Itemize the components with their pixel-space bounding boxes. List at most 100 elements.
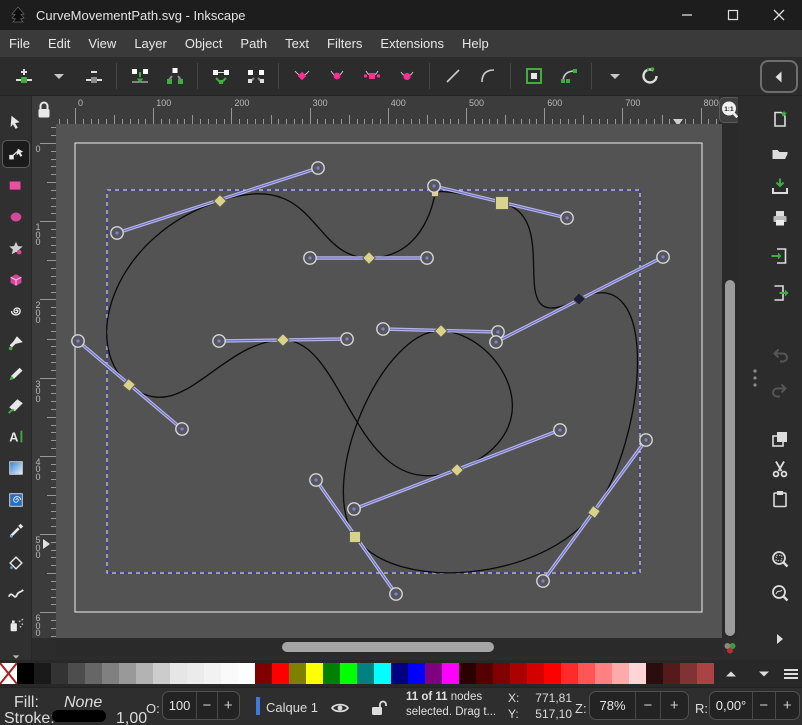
swatch-4[interactable] xyxy=(68,663,85,684)
open-button[interactable] xyxy=(769,142,791,164)
redo-button[interactable] xyxy=(769,379,791,401)
palette-menu-button[interactable] xyxy=(780,663,802,685)
spray-tool[interactable] xyxy=(3,612,29,638)
join-nodes-button[interactable] xyxy=(122,60,157,92)
swatch-15[interactable] xyxy=(255,663,272,684)
save-button[interactable] xyxy=(769,175,791,197)
rotation-value[interactable]: 0,00° xyxy=(710,698,752,713)
menu-path[interactable]: Path xyxy=(231,31,276,56)
export-button[interactable] xyxy=(769,282,791,304)
delete-node-button[interactable] xyxy=(76,60,111,92)
swatch-35[interactable] xyxy=(595,663,612,684)
bucket-tool[interactable] xyxy=(3,550,29,576)
swatch-26[interactable] xyxy=(442,663,459,684)
segment-curve-button[interactable] xyxy=(470,60,505,92)
gradient-tool[interactable] xyxy=(3,455,29,481)
swatch-41[interactable] xyxy=(697,663,714,684)
dropdown-button[interactable] xyxy=(597,60,632,92)
swatch-21[interactable] xyxy=(357,663,374,684)
undo-button[interactable] xyxy=(769,344,791,366)
swatch-2[interactable] xyxy=(34,663,51,684)
swatch-25[interactable] xyxy=(425,663,442,684)
path-node[interactable] xyxy=(350,532,361,543)
swatch-20[interactable] xyxy=(340,663,357,684)
menu-edit[interactable]: Edit xyxy=(39,31,79,56)
swatch-none[interactable] xyxy=(0,663,17,684)
swatch-29[interactable] xyxy=(493,663,510,684)
swatch-38[interactable] xyxy=(646,663,663,684)
swatch-28[interactable] xyxy=(476,663,493,684)
rotation-spinner[interactable]: 0,00° − + xyxy=(709,691,800,720)
swatch-1[interactable] xyxy=(17,663,34,684)
duplicate-button[interactable] xyxy=(769,428,791,450)
minimize-button[interactable] xyxy=(664,0,710,30)
swatch-3[interactable] xyxy=(51,663,68,684)
zoom-increase-button[interactable]: + xyxy=(660,692,688,719)
path-node[interactable] xyxy=(435,325,448,338)
pen-tool[interactable] xyxy=(3,330,29,356)
break-nodes-button[interactable] xyxy=(157,60,192,92)
segment-line-button[interactable] xyxy=(435,60,470,92)
horizontal-ruler[interactable]: 0100200300400500600700800 xyxy=(56,96,719,124)
menu-view[interactable]: View xyxy=(79,31,125,56)
bezier-path[interactable] xyxy=(107,192,638,573)
vertical-scrollbar[interactable] xyxy=(722,124,738,638)
palette-scroll-down-button[interactable] xyxy=(753,663,775,685)
canvas[interactable] xyxy=(56,124,722,638)
swatch-11[interactable] xyxy=(187,663,204,684)
swatch-18[interactable] xyxy=(306,663,323,684)
insert-node-button[interactable] xyxy=(6,60,41,92)
swatch-16[interactable] xyxy=(272,663,289,684)
swatch-32[interactable] xyxy=(544,663,561,684)
horizontal-scrollbar[interactable] xyxy=(56,638,722,656)
cut-button[interactable] xyxy=(769,458,791,480)
palette-scroll-up-button[interactable] xyxy=(720,663,742,685)
path-node[interactable] xyxy=(277,334,290,347)
rectangle-tool[interactable] xyxy=(3,173,29,199)
current-layer-name[interactable]: Calque 1 xyxy=(266,700,318,715)
swatch-13[interactable] xyxy=(221,663,238,684)
ellipse-tool[interactable] xyxy=(3,204,29,230)
zoom-value[interactable]: 78% xyxy=(590,698,635,713)
calligraphy-tool[interactable] xyxy=(3,393,29,419)
opacity-increase-button[interactable]: + xyxy=(217,692,239,719)
swatch-24[interactable] xyxy=(408,663,425,684)
swatch-33[interactable] xyxy=(561,663,578,684)
dropper-tool[interactable] xyxy=(3,518,29,544)
menu-file[interactable]: File xyxy=(0,31,39,56)
more-button[interactable] xyxy=(769,628,791,650)
zoom-selection-button[interactable] xyxy=(769,548,791,570)
collapse-dock-button[interactable] xyxy=(760,60,798,93)
swatch-9[interactable] xyxy=(153,663,170,684)
object-to-path-button[interactable] xyxy=(516,60,551,92)
stroke-width-value[interactable]: 1,00 xyxy=(116,710,147,725)
opacity-spinner[interactable]: 100 − + xyxy=(162,691,240,720)
node-tool[interactable] xyxy=(3,141,29,167)
swatch-37[interactable] xyxy=(629,663,646,684)
transform-rotate-button[interactable] xyxy=(632,60,667,92)
swatch-36[interactable] xyxy=(612,663,629,684)
selector-tool[interactable] xyxy=(3,110,29,136)
new-document-button[interactable] xyxy=(769,108,791,130)
layer-lock-toggle[interactable] xyxy=(368,698,388,723)
maximize-button[interactable] xyxy=(710,0,756,30)
opacity-decrease-button[interactable]: − xyxy=(196,692,216,719)
node-symmetric-button[interactable] xyxy=(354,60,389,92)
opacity-value[interactable]: 100 xyxy=(163,698,196,713)
swatch-14[interactable] xyxy=(238,663,255,684)
import-button[interactable] xyxy=(769,245,791,267)
swatch-19[interactable] xyxy=(323,663,340,684)
swatch-17[interactable] xyxy=(289,663,306,684)
path-node[interactable] xyxy=(496,197,509,210)
swatch-31[interactable] xyxy=(527,663,544,684)
layer-visibility-toggle[interactable] xyxy=(330,698,350,723)
spiral-tool[interactable] xyxy=(3,298,29,324)
color-managed-display-toggle[interactable] xyxy=(720,638,740,658)
swatch-7[interactable] xyxy=(119,663,136,684)
menu-layer[interactable]: Layer xyxy=(125,31,176,56)
vertical-ruler[interactable]: 0100200300400500600 xyxy=(32,124,56,638)
swatch-22[interactable] xyxy=(374,663,391,684)
print-button[interactable] xyxy=(769,207,791,229)
box3d-tool[interactable] xyxy=(3,267,29,293)
node-smooth-button[interactable] xyxy=(319,60,354,92)
